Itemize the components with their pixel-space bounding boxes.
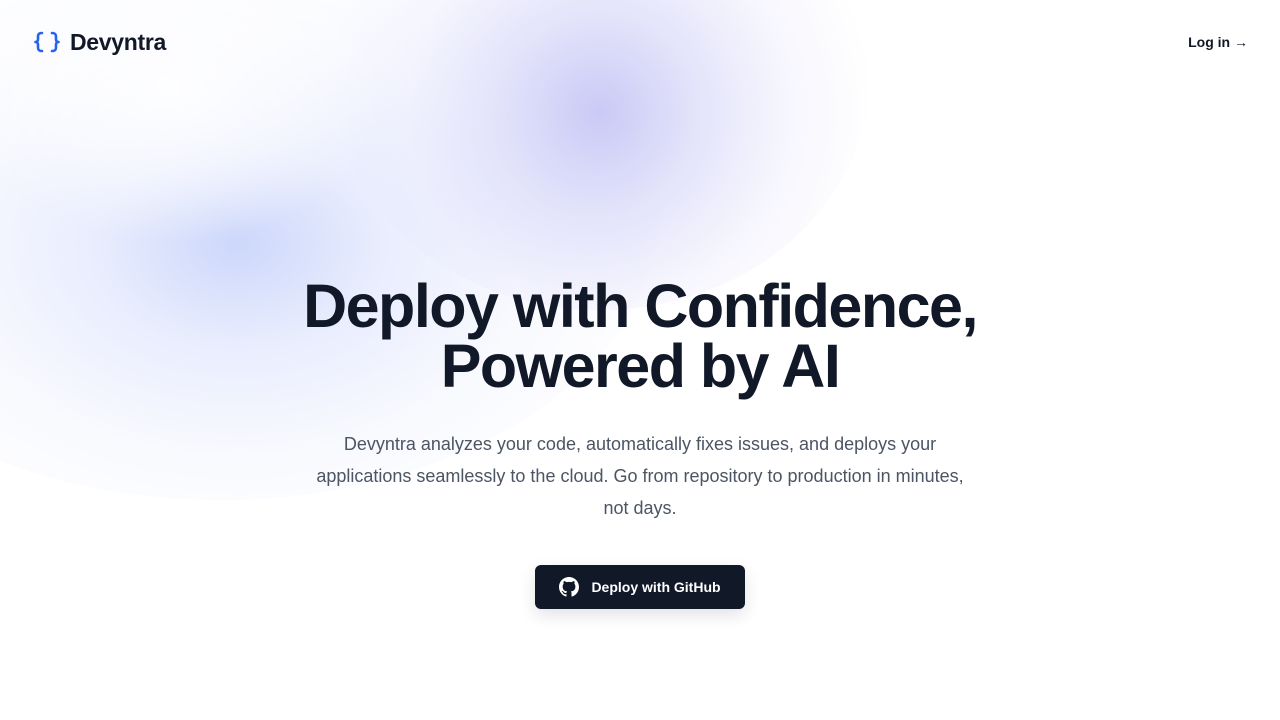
deploy-button-label: Deploy with GitHub xyxy=(591,579,721,595)
brand-logo-link[interactable]: Devyntra xyxy=(34,29,166,56)
hero-subtitle: Devyntra analyzes your code, automatical… xyxy=(316,434,964,518)
hero-title: Deploy with Confidence, Powered by AI xyxy=(303,272,978,400)
github-icon xyxy=(559,577,580,597)
hero-section: Deploy with Confidence, Powered by AI De… xyxy=(0,276,1280,609)
landing-page: Devyntra Log in → Deploy with Confidence… xyxy=(0,0,1280,720)
deploy-with-github-button[interactable]: Deploy with GitHub xyxy=(535,565,745,609)
hero-title-line-1: Deploy with Confidence, xyxy=(303,272,978,340)
curly-braces-icon xyxy=(34,31,60,53)
login-link[interactable]: Log in → xyxy=(1188,34,1248,50)
site-header: Devyntra Log in → xyxy=(0,0,1280,84)
hero-title-line-2: Powered by AI xyxy=(440,332,841,400)
brand-name: Devyntra xyxy=(70,28,167,55)
